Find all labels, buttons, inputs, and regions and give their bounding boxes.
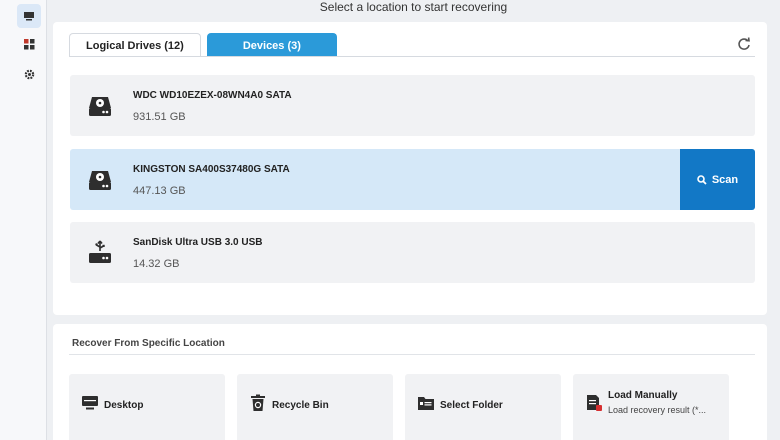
- location-label: Desktop: [104, 400, 144, 411]
- drive-name: SanDisk Ultra USB 3.0 USB: [133, 237, 263, 248]
- drive-row-sandisk[interactable]: SanDisk Ultra USB 3.0 USB 14.32 GB: [70, 222, 755, 283]
- refresh-icon[interactable]: [737, 37, 751, 51]
- drive-size: 14.32 GB: [133, 258, 180, 270]
- section-divider: [69, 354, 755, 355]
- drive-name: KINGSTON SA400S37480G SATA: [133, 164, 290, 175]
- drive-size: 447.13 GB: [133, 185, 186, 197]
- left-sidebar: [0, 0, 47, 440]
- location-select-folder[interactable]: Select Folder: [405, 374, 561, 440]
- tab-divider: [69, 56, 755, 57]
- tab-devices[interactable]: Devices (3): [206, 33, 337, 57]
- desktop-icon: [82, 396, 98, 410]
- hard-drive-icon: [89, 97, 111, 116]
- sidebar-drives-button[interactable]: [17, 4, 41, 28]
- load-manually-icon: [587, 395, 602, 411]
- location-label: Load Manually: [608, 390, 678, 401]
- drive-name: WDC WD10EZEX-08WN4A0 SATA: [133, 90, 292, 101]
- drive-tabs: Logical Drives (12) Devices (3): [69, 33, 337, 57]
- scan-button[interactable]: Scan: [680, 149, 755, 210]
- location-load-manually[interactable]: Load Manually Load recovery result (*...: [573, 374, 729, 440]
- sidebar-settings-button[interactable]: [17, 62, 41, 86]
- drive-size: 931.51 GB: [133, 111, 186, 123]
- computer-icon: [24, 11, 34, 20]
- hard-drive-icon: [89, 171, 111, 190]
- folder-icon: [418, 397, 434, 410]
- usb-drive-icon: [89, 240, 111, 263]
- location-label: Select Folder: [440, 400, 503, 411]
- location-sublabel: Load recovery result (*...: [608, 405, 707, 415]
- drive-row-kingston[interactable]: KINGSTON SA400S37480G SATA 447.13 GB Sca…: [70, 149, 755, 210]
- location-label: Recycle Bin: [272, 400, 329, 411]
- section-title: Recover From Specific Location: [72, 338, 225, 349]
- sidebar-tools-button[interactable]: [17, 32, 41, 56]
- tab-logical-drives[interactable]: Logical Drives (12): [69, 33, 201, 57]
- grid-tools-icon: [23, 38, 34, 49]
- drive-row-wdc[interactable]: WDC WD10EZEX-08WN4A0 SATA 931.51 GB: [70, 75, 755, 136]
- drives-panel: Logical Drives (12) Devices (3) WDC WD10…: [53, 22, 767, 315]
- location-recycle-bin[interactable]: Recycle Bin: [237, 374, 393, 440]
- gear-icon: [24, 69, 34, 79]
- scan-label: Scan: [711, 173, 739, 186]
- page-title: Select a location to start recovering: [319, 0, 508, 14]
- search-icon: [697, 174, 707, 185]
- location-desktop[interactable]: Desktop: [69, 374, 225, 440]
- recycle-bin-icon: [251, 394, 265, 411]
- specific-location-panel: Recover From Specific Location Desktop R…: [53, 324, 767, 440]
